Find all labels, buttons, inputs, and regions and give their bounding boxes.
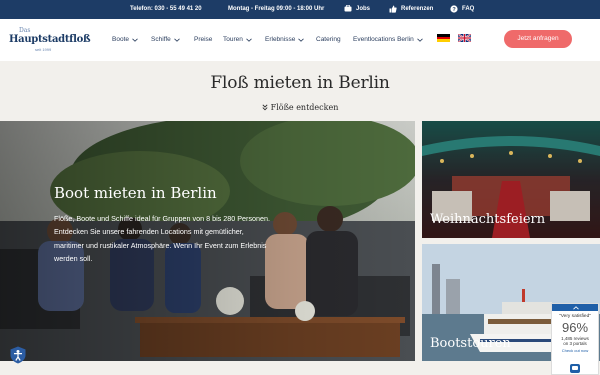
discover-rafts-link[interactable]: Flöße entdecken: [0, 103, 600, 112]
chevron-down-icon: [246, 38, 252, 42]
uk-flag-icon[interactable]: [458, 34, 471, 42]
badge-link[interactable]: Check out now: [552, 348, 598, 353]
briefcase-icon: [344, 5, 352, 12]
chevron-down-icon: [298, 38, 305, 42]
nav-item-catering[interactable]: Catering: [316, 36, 341, 43]
nav-item-boote[interactable]: Boote: [112, 36, 138, 43]
phone-number: Telefon: 030 - 55 49 41 20: [130, 6, 202, 12]
accessibility-icon[interactable]: [9, 346, 27, 364]
badge-percent: 96%: [561, 320, 589, 335]
request-button[interactable]: Jetzt anfragen: [504, 30, 572, 48]
hero-card[interactable]: Boot mieten in Berlin Flöße, Boote und S…: [0, 121, 415, 361]
nav-label: Boote: [112, 36, 129, 43]
badge-label: "Very satisfied": [559, 314, 591, 319]
page-title: Floß mieten in Berlin: [210, 73, 390, 93]
chevron-down-icon: [132, 38, 138, 42]
nav-label: Erlebnisse: [265, 36, 296, 43]
chevron-up-icon: [573, 305, 579, 309]
review-badge[interactable]: "Very satisfied" 96% 1,485 reviews on 3 …: [551, 303, 599, 375]
references-link[interactable]: Referenzen: [389, 5, 433, 13]
badge-portals: on 3 portals: [563, 341, 587, 346]
faq-link[interactable]: ? FAQ: [450, 5, 474, 13]
thumbs-up-icon: [389, 5, 397, 13]
jobs-link[interactable]: Jobs: [344, 5, 370, 12]
nav-label: Preise: [194, 36, 213, 43]
hero-text: Flöße, Boote und Schiffe ideal für Grupp…: [54, 214, 271, 264]
opening-hours: Montag - Freitag 09:00 - 18:00 Uhr: [228, 6, 324, 12]
hero-title: Boot mieten in Berlin: [54, 184, 217, 202]
chevron-down-icon: [416, 38, 423, 42]
nav-item-eventlocations[interactable]: Eventlocations Berlin: [353, 36, 423, 43]
discover-rafts-label: Flöße entdecken: [270, 103, 339, 112]
top-info-bar: Telefon: 030 - 55 49 41 20 Montag - Frei…: [0, 0, 600, 19]
nav-item-schiffe[interactable]: Schiffe: [151, 36, 180, 43]
logo-text-top: Das: [19, 27, 31, 34]
site-logo[interactable]: Das Hauptstadtfloß seit 1999: [9, 27, 91, 55]
phone-link[interactable]: Telefon: 030 - 55 49 41 20: [130, 6, 202, 12]
nav-label: Schiffe: [151, 36, 171, 43]
logo-text-main: Hauptstadtfloß: [9, 34, 91, 45]
jobs-label: Jobs: [356, 5, 371, 12]
opening-hours-text: Montag - Freitag 09:00 - 18:00 Uhr: [228, 6, 325, 12]
logo-text-since: seit 1999: [35, 47, 52, 52]
nav-label: Eventlocations Berlin: [353, 36, 414, 43]
main-navigation: Das Hauptstadtfloß seit 1999 Boote Schif…: [0, 19, 600, 61]
badge-chat-icon[interactable]: [570, 364, 580, 373]
nav-item-preise[interactable]: Preise: [194, 36, 212, 43]
double-chevron-down-icon: [262, 104, 268, 111]
references-label: Referenzen: [401, 6, 434, 12]
christmas-party-card[interactable]: Weihnachtsfeiern: [422, 121, 600, 238]
nav-item-erlebnisse[interactable]: Erlebnisse: [265, 36, 305, 43]
nav-item-touren[interactable]: Touren: [223, 36, 252, 43]
nav-label: Touren: [223, 36, 243, 43]
question-circle-icon: ?: [450, 5, 458, 13]
chevron-down-icon: [173, 38, 180, 42]
german-flag-icon[interactable]: [437, 34, 450, 42]
faq-label: FAQ: [462, 6, 475, 12]
boat-tours-title: Bootstouren: [430, 336, 511, 351]
badge-header: [552, 304, 598, 311]
christmas-party-title: Weihnachtsfeiern: [430, 212, 546, 227]
nav-label: Catering: [316, 36, 341, 43]
